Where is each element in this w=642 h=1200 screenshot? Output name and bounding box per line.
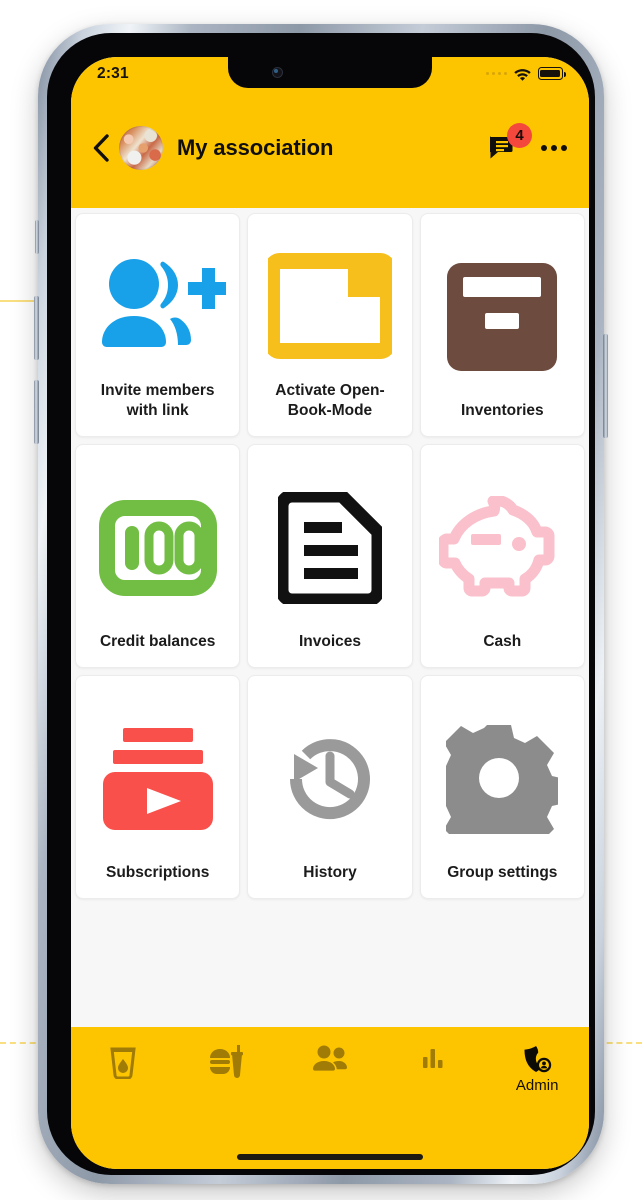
tile-credit-balances[interactable]: Credit balances: [75, 444, 241, 668]
tile-label: Activate Open-Book-Mode: [275, 381, 385, 420]
nav-item-admin[interactable]: Admin: [485, 1045, 589, 1099]
back-button[interactable]: [83, 128, 117, 168]
avatar[interactable]: [119, 126, 163, 170]
nav-item-food[interactable]: [175, 1045, 279, 1099]
drink-glass-icon: [110, 1047, 136, 1079]
battery-full-icon: [538, 67, 566, 80]
tile-inventories[interactable]: Inventories: [419, 213, 585, 437]
screenshot-stage: 2:31 My association 4 Invite members wit…: [0, 0, 642, 1200]
nav-item-drinks[interactable]: [71, 1045, 175, 1099]
tile-icon-wrap: [256, 463, 403, 632]
tile-icon-wrap: [84, 694, 231, 863]
page-title: My association: [177, 135, 334, 160]
chat-button[interactable]: 4: [485, 123, 532, 168]
notch: [228, 57, 432, 88]
app-bar: My association 4: [71, 88, 589, 208]
phone-bezel: 2:31 My association 4 Invite members wit…: [47, 33, 595, 1175]
volume-up-button[interactable]: [34, 296, 39, 360]
tile-label: Cash: [483, 633, 522, 651]
tile-history[interactable]: History: [247, 675, 413, 899]
status-indicators: [485, 67, 566, 81]
tile-activate-open-book-mode[interactable]: Activate Open-Book-Mode: [247, 213, 413, 437]
tile-label: Invoices: [298, 633, 361, 651]
tile-label: Invite members with link: [100, 381, 215, 420]
invoice-document-icon: [277, 491, 382, 604]
nav-item-members[interactable]: [278, 1045, 382, 1099]
chevron-left-icon: [93, 134, 109, 162]
subscriptions-play-icon: [102, 727, 213, 830]
tile-icon-wrap: [429, 463, 576, 632]
more-horizontal-icon: [561, 145, 567, 151]
people-group-icon: [312, 1045, 347, 1071]
status-time: 2:31: [97, 64, 129, 82]
bar-chart-icon: [422, 1049, 443, 1068]
phone-device-frame: 2:31 My association 4 Invite members wit…: [34, 24, 608, 1184]
tile-icon-wrap: [256, 232, 403, 381]
tile-icon-wrap: [256, 694, 403, 863]
invite-members-icon: [101, 259, 226, 348]
tile-icon-wrap: [84, 463, 231, 632]
front-camera-icon: [272, 67, 283, 78]
wifi-icon: [514, 68, 531, 81]
tile-label: Group settings: [447, 864, 558, 882]
tile-label: Subscriptions: [105, 864, 210, 882]
tile-invoices[interactable]: Invoices: [247, 444, 413, 668]
tile-cash[interactable]: Cash: [419, 444, 585, 668]
main-content: Invite members with link Activate Open-B…: [71, 208, 589, 1027]
nav-item-label: Admin: [515, 1077, 559, 1094]
credit-balance-icon: [98, 499, 217, 596]
history-clock-icon: [289, 738, 370, 819]
tile-label: History: [303, 864, 357, 882]
mute-switch[interactable]: [35, 220, 39, 254]
tile-invite-members[interactable]: Invite members with link: [75, 213, 241, 437]
signal-dots-icon: [485, 71, 507, 76]
piggy-bank-icon: [439, 495, 555, 597]
feature-tile-grid: Invite members with link Activate Open-B…: [71, 208, 589, 904]
tile-icon-wrap: [429, 694, 576, 863]
tile-icon-wrap: [429, 232, 576, 401]
tile-group-settings[interactable]: Group settings: [419, 675, 585, 899]
admin-shield-icon: [524, 1046, 552, 1073]
gear-icon: [446, 724, 559, 834]
open-book-folder-icon: [267, 253, 392, 360]
nav-item-statistics[interactable]: [382, 1045, 486, 1099]
more-horizontal-icon: [551, 145, 557, 151]
bottom-navigation-bar: Admin: [71, 1027, 589, 1169]
more-options-button[interactable]: [537, 128, 571, 168]
app-header: 2:31 My association 4: [71, 57, 589, 208]
more-horizontal-icon: [541, 145, 547, 151]
inventory-box-icon: [447, 262, 558, 371]
tile-subscriptions[interactable]: Subscriptions: [75, 675, 241, 899]
tile-icon-wrap: [84, 232, 231, 381]
tile-label: Credit balances: [99, 633, 216, 651]
tile-label: Inventories: [460, 402, 544, 420]
power-button[interactable]: [603, 334, 608, 438]
volume-down-button[interactable]: [34, 380, 39, 444]
phone-screen: 2:31 My association 4 Invite members wit…: [71, 57, 589, 1169]
fast-food-icon: [210, 1045, 244, 1078]
chat-unread-badge: 4: [507, 123, 532, 148]
home-indicator: [237, 1154, 423, 1160]
